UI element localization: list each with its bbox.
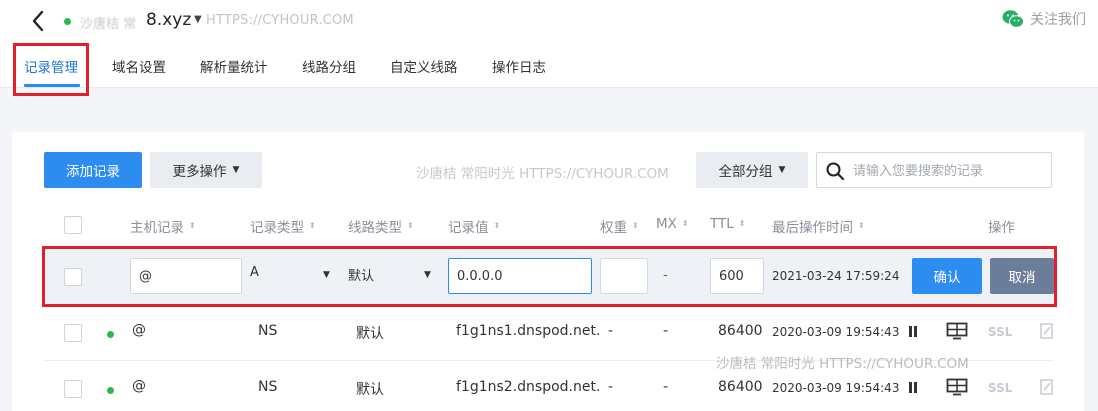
tab-query-stats[interactable]: 解析量统计	[200, 56, 268, 76]
highlight-box-edit-row	[42, 246, 1057, 307]
all-groups-dropdown[interactable]: 全部分组 ▼	[696, 152, 808, 188]
pause-icon[interactable]	[906, 380, 920, 396]
watermark-row: 沙唐桔 常阳时光 HTTPS://CYHOUR.COM	[716, 356, 969, 372]
tab-line-groups[interactable]: 线路分组	[302, 56, 356, 76]
search-box	[816, 152, 1052, 188]
row-host: @	[132, 378, 146, 394]
tab-domain-settings[interactable]: 域名设置	[112, 56, 166, 76]
monitor-icon[interactable]	[946, 322, 968, 340]
column-label: 记录值	[448, 220, 489, 236]
sort-icon: ⬍	[189, 221, 196, 230]
more-actions-button[interactable]: 更多操作 ▼	[150, 152, 262, 188]
row-checkbox[interactable]	[64, 324, 82, 342]
column-label: 记录类型	[250, 220, 304, 236]
row-time: 2020-03-09 19:54:43	[772, 381, 900, 395]
ssl-link[interactable]: SSL	[988, 381, 1012, 395]
all-groups-label: 全部分组	[718, 164, 773, 180]
sort-icon: ⬍	[632, 221, 639, 230]
column-label: 操作	[988, 220, 1015, 236]
row-mx: -	[663, 323, 669, 339]
column-header-last-op[interactable]: 最后操作时间 ⬍	[772, 216, 865, 236]
row-line: 默认	[356, 382, 384, 398]
watermark-toolbar: 沙唐桔 常阳时光 HTTPS://CYHOUR.COM	[416, 166, 669, 182]
edit-icon[interactable]	[1040, 378, 1054, 396]
column-header-type[interactable]: 记录类型 ⬍	[250, 216, 316, 236]
column-header-line[interactable]: 线路类型 ⬍	[348, 216, 414, 236]
sort-icon: ⬍	[738, 219, 746, 228]
pause-icon[interactable]	[906, 324, 920, 340]
column-label: 线路类型	[348, 220, 402, 236]
sort-icon: ⬍	[407, 221, 414, 230]
row-line: 默认	[356, 326, 384, 342]
add-record-button[interactable]: 添加记录	[44, 152, 142, 188]
row-time: 2020-03-09 19:54:43	[772, 325, 900, 339]
edit-icon[interactable]	[1040, 322, 1054, 340]
column-label: 最后操作时间	[772, 220, 853, 236]
domain-name[interactable]: 8.xyz	[146, 10, 191, 30]
chevron-down-icon: ▼	[232, 165, 240, 175]
row-value: f1g1ns2.dnspod.net.	[456, 379, 601, 395]
column-header-weight[interactable]: 权重 ⬍	[600, 216, 639, 236]
tab-operation-log[interactable]: 操作日志	[492, 56, 546, 76]
column-header-actions: 操作	[988, 216, 1015, 236]
domain-blurred-prefix: 沙唐桔 常	[80, 17, 137, 32]
column-label: MX	[656, 216, 677, 232]
sort-icon: ⬍	[858, 221, 865, 230]
ssl-link[interactable]: SSL	[988, 325, 1012, 339]
record-status-dot	[107, 387, 114, 394]
column-header-host[interactable]: 主机记录 ⬍	[130, 216, 196, 236]
chevron-down-icon: ▼	[778, 165, 786, 175]
follow-us-link[interactable]: 关注我们	[1002, 9, 1086, 29]
domain-dropdown-caret-icon[interactable]: ▼	[194, 14, 202, 25]
column-header-value[interactable]: 记录值 ⬍	[448, 216, 500, 236]
column-header-mx[interactable]: MX ⬍	[656, 216, 689, 232]
column-label: 权重	[600, 220, 627, 236]
row-type: NS	[258, 379, 278, 395]
sort-icon: ⬍	[493, 221, 501, 230]
column-label: 主机记录	[130, 220, 184, 236]
search-input[interactable]	[853, 161, 1043, 181]
more-actions-label: 更多操作	[172, 164, 227, 180]
monitor-icon[interactable]	[946, 378, 968, 396]
tab-custom-lines[interactable]: 自定义线路	[390, 56, 458, 76]
watermark-header: HTTPS://CYHOUR.COM	[206, 13, 354, 28]
column-label: TTL	[710, 216, 734, 232]
column-header-ttl[interactable]: TTL ⬍	[710, 216, 745, 232]
follow-us-label: 关注我们	[1030, 12, 1086, 28]
sort-icon: ⬍	[681, 219, 689, 228]
search-icon[interactable]	[825, 161, 845, 181]
row-ttl: 86400	[718, 379, 763, 395]
row-checkbox[interactable]	[64, 380, 82, 398]
row-ttl: 86400	[718, 323, 763, 339]
row-type: NS	[258, 323, 278, 339]
row-weight: -	[608, 379, 614, 395]
row-value: f1g1ns1.dnspod.net.	[456, 323, 601, 339]
wechat-icon	[1002, 10, 1024, 28]
row-weight: -	[608, 323, 614, 339]
record-status-dot	[107, 331, 114, 338]
highlight-box-tab	[13, 43, 89, 96]
select-all-checkbox[interactable]	[64, 216, 82, 234]
domain-status-dot	[64, 18, 71, 25]
back-arrow-icon[interactable]	[28, 8, 48, 34]
sort-icon: ⬍	[309, 221, 316, 230]
row-host: @	[132, 322, 146, 338]
row-mx: -	[663, 379, 669, 395]
